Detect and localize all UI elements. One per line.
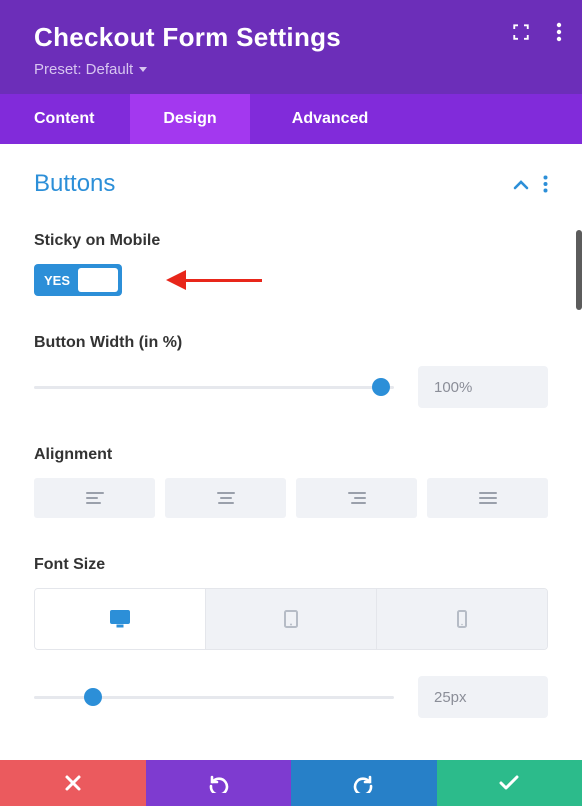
- toggle-text: YES: [44, 273, 70, 288]
- settings-content: Buttons Sticky on Mobile YES: [0, 144, 582, 744]
- device-desktop-tab[interactable]: [35, 589, 205, 649]
- alignment-options: [34, 478, 548, 518]
- align-center-button[interactable]: [165, 478, 286, 518]
- align-right-button[interactable]: [296, 478, 417, 518]
- undo-button[interactable]: [146, 760, 292, 806]
- save-button[interactable]: [437, 760, 582, 806]
- slider-thumb[interactable]: [372, 378, 390, 396]
- field-alignment: Alignment: [34, 446, 548, 518]
- sticky-toggle[interactable]: YES: [34, 264, 122, 296]
- slider-track: [34, 386, 394, 389]
- section-title: Buttons: [34, 170, 115, 198]
- preset-label: Preset: Default: [34, 61, 133, 78]
- font-size-slider[interactable]: [34, 687, 394, 707]
- toggle-knob: [78, 268, 118, 292]
- button-width-value[interactable]: 100%: [418, 366, 548, 408]
- page-title: Checkout Form Settings: [34, 22, 554, 53]
- annotation-arrow: [162, 270, 262, 290]
- button-width-slider[interactable]: [34, 377, 394, 397]
- preset-selector[interactable]: Preset: Default: [34, 61, 554, 78]
- align-justify-button[interactable]: [427, 478, 548, 518]
- scrollbar[interactable]: [576, 230, 582, 310]
- settings-header: Checkout Form Settings Preset: Default: [0, 0, 582, 94]
- slider-thumb[interactable]: [84, 688, 102, 706]
- button-width-label: Button Width (in %): [34, 334, 548, 352]
- section-header: Buttons: [34, 170, 548, 198]
- fullscreen-icon[interactable]: [512, 23, 530, 46]
- footer-actions: [0, 760, 582, 806]
- caret-down-icon: [139, 67, 147, 72]
- collapse-icon[interactable]: [513, 174, 529, 195]
- section-menu-icon[interactable]: [543, 175, 548, 193]
- field-button-width: Button Width (in %) 100%: [34, 334, 548, 408]
- sticky-label: Sticky on Mobile: [34, 232, 548, 250]
- sticky-toggle-row: YES: [34, 264, 548, 296]
- tab-content[interactable]: Content: [0, 94, 130, 144]
- header-actions: [512, 22, 562, 47]
- tab-design[interactable]: Design: [130, 94, 250, 144]
- font-size-row: 25px: [34, 676, 548, 718]
- field-font-size: Font Size: [34, 556, 548, 718]
- font-size-label: Font Size: [34, 556, 548, 574]
- align-left-button[interactable]: [34, 478, 155, 518]
- alignment-label: Alignment: [34, 446, 548, 464]
- device-phone-tab[interactable]: [376, 589, 547, 649]
- redo-button[interactable]: [291, 760, 437, 806]
- field-sticky-on-mobile: Sticky on Mobile YES: [34, 232, 548, 296]
- tabs-bar: Content Design Advanced: [0, 94, 582, 144]
- device-tablet-tab[interactable]: [205, 589, 376, 649]
- button-width-row: 100%: [34, 366, 548, 408]
- section-actions: [513, 174, 548, 195]
- tab-advanced[interactable]: Advanced: [250, 94, 410, 144]
- cancel-button[interactable]: [0, 760, 146, 806]
- font-size-value[interactable]: 25px: [418, 676, 548, 718]
- device-tabs: [34, 588, 548, 650]
- menu-dots-icon[interactable]: [556, 22, 562, 47]
